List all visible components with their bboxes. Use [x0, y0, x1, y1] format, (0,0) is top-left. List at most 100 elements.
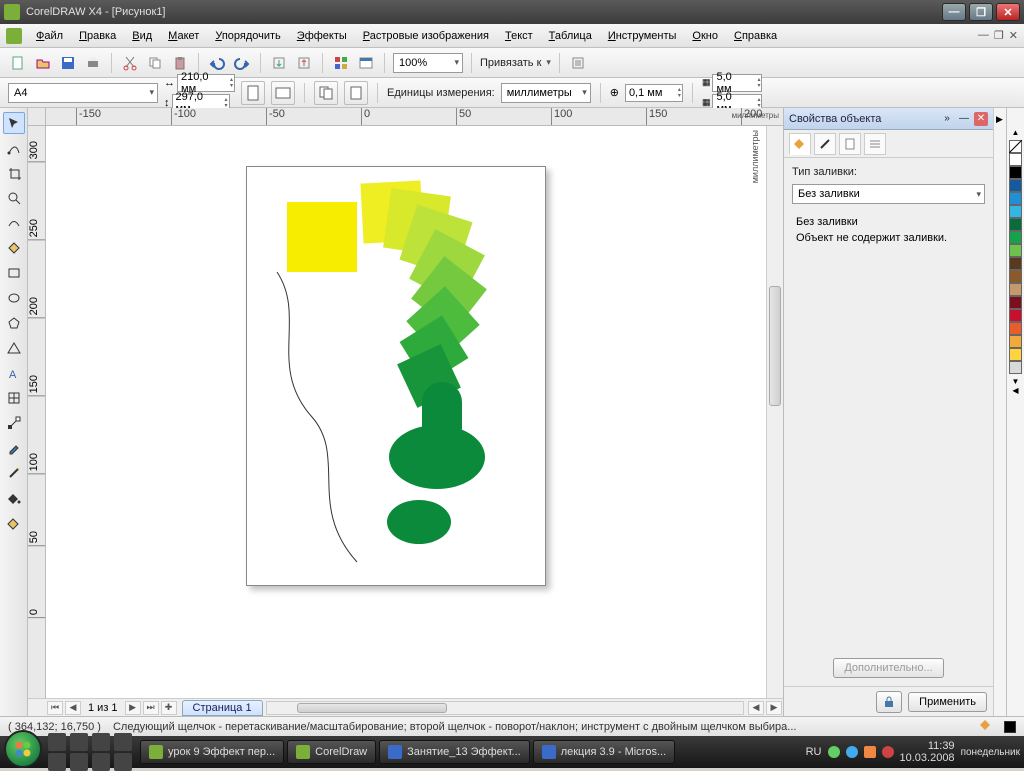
ql-icon[interactable]: [114, 753, 132, 771]
docker-close-button[interactable]: ✕: [974, 112, 988, 126]
start-button[interactable]: [4, 730, 42, 768]
add-page-button[interactable]: ✚: [161, 701, 177, 715]
palette-flyout-button[interactable]: ◀: [1012, 386, 1018, 395]
ql-icon[interactable]: [92, 753, 110, 771]
scroll-left-button[interactable]: ◀: [748, 701, 764, 715]
current-page-button[interactable]: [344, 81, 368, 105]
taskbar-item[interactable]: Занятие_13 Эффект...: [379, 740, 530, 764]
ql-icon[interactable]: [70, 733, 88, 751]
apply-button[interactable]: Применить: [908, 692, 987, 712]
pick-tool[interactable]: [3, 112, 25, 134]
taskbar-item[interactable]: лекция 3.9 - Micros...: [533, 740, 675, 764]
scroll-right-button[interactable]: ▶: [766, 701, 782, 715]
taskbar-item[interactable]: урок 9 Эффект пер...: [140, 740, 284, 764]
menu-справка[interactable]: Справка: [726, 27, 785, 45]
menu-растровые изображения[interactable]: Растровые изображения: [355, 27, 497, 45]
docker-flyout-strip[interactable]: ▶: [993, 108, 1006, 716]
color-swatch[interactable]: [1009, 361, 1022, 374]
copy-icon[interactable]: [145, 53, 165, 73]
maximize-button[interactable]: ❐: [969, 3, 993, 21]
crop-tool[interactable]: [3, 162, 25, 184]
shape-tool[interactable]: [3, 137, 25, 159]
ql-icon[interactable]: [114, 733, 132, 751]
app-launcher-icon[interactable]: [331, 53, 351, 73]
print-icon[interactable]: [83, 53, 103, 73]
color-swatch[interactable]: [1009, 283, 1022, 296]
tray-icon[interactable]: [828, 746, 840, 758]
menu-эффекты[interactable]: Эффекты: [289, 27, 355, 45]
dup-x-input[interactable]: 5,0 мм: [712, 74, 762, 92]
system-clock[interactable]: 11:39 10.03.2008: [900, 740, 955, 764]
save-icon[interactable]: [58, 53, 78, 73]
fill-tab[interactable]: [789, 133, 811, 155]
redo-icon[interactable]: [232, 53, 252, 73]
menu-таблица[interactable]: Таблица: [541, 27, 600, 45]
close-button[interactable]: ✕: [996, 3, 1020, 21]
color-swatch[interactable]: [1009, 257, 1022, 270]
all-pages-button[interactable]: [314, 81, 338, 105]
minimize-button[interactable]: —: [942, 3, 966, 21]
fill-type-combo[interactable]: Без заливки: [792, 184, 985, 204]
smart-fill-tool[interactable]: [3, 237, 25, 259]
interactive-tool[interactable]: [3, 412, 25, 434]
vertical-scrollbar[interactable]: [766, 126, 783, 698]
menu-файл[interactable]: Файл: [28, 27, 71, 45]
paper-combo[interactable]: A4: [8, 83, 158, 103]
language-indicator[interactable]: RU: [806, 746, 822, 758]
web-tab[interactable]: [864, 133, 886, 155]
page-width-input[interactable]: 210,0 мм: [177, 74, 235, 92]
text-tab[interactable]: [839, 133, 861, 155]
lock-button[interactable]: [876, 691, 902, 713]
fill-tool[interactable]: [3, 487, 25, 509]
color-swatch[interactable]: [1009, 296, 1022, 309]
new-icon[interactable]: [8, 53, 28, 73]
menu-окно[interactable]: Окно: [684, 27, 726, 45]
menu-вид[interactable]: Вид: [124, 27, 160, 45]
color-swatch[interactable]: [1009, 192, 1022, 205]
palette-down-button[interactable]: ▼: [1012, 377, 1020, 386]
color-swatch[interactable]: [1009, 218, 1022, 231]
eyedropper-tool[interactable]: [3, 437, 25, 459]
menu-инструменты[interactable]: Инструменты: [600, 27, 685, 45]
portrait-button[interactable]: [241, 81, 265, 105]
color-swatch[interactable]: [1009, 348, 1022, 361]
table-tool[interactable]: [3, 387, 25, 409]
undo-icon[interactable]: [207, 53, 227, 73]
outline-tool[interactable]: [3, 462, 25, 484]
color-swatch[interactable]: [1009, 309, 1022, 322]
menu-правка[interactable]: Правка: [71, 27, 124, 45]
color-swatch[interactable]: [1009, 205, 1022, 218]
doc-close-button[interactable]: ✕: [1009, 29, 1018, 42]
menu-текст[interactable]: Текст: [497, 27, 541, 45]
zoom-combo[interactable]: 100%: [393, 53, 463, 73]
color-swatch[interactable]: [1009, 231, 1022, 244]
tray-icon[interactable]: [846, 746, 858, 758]
polygon-tool[interactable]: [3, 312, 25, 334]
vertical-ruler[interactable]: 300250200150100500: [28, 126, 46, 698]
rectangle-tool[interactable]: [3, 262, 25, 284]
paste-icon[interactable]: [170, 53, 190, 73]
doc-minimize-button[interactable]: —: [978, 29, 989, 42]
color-swatch[interactable]: [1009, 322, 1022, 335]
canvas-viewport[interactable]: миллиметры: [46, 126, 766, 698]
prev-page-button[interactable]: ◀: [65, 701, 81, 715]
open-icon[interactable]: [33, 53, 53, 73]
color-swatch[interactable]: [1009, 335, 1022, 348]
ql-icon[interactable]: [48, 733, 66, 751]
color-swatch[interactable]: [1009, 153, 1022, 166]
advanced-button[interactable]: Дополнительно...: [833, 658, 943, 678]
color-swatch[interactable]: [1009, 244, 1022, 257]
color-swatch[interactable]: [1009, 270, 1022, 283]
doc-restore-button[interactable]: ❐: [994, 29, 1004, 42]
nudge-input[interactable]: 0,1 мм: [625, 84, 683, 102]
interactive-fill-tool[interactable]: [3, 512, 25, 534]
export-icon[interactable]: [294, 53, 314, 73]
color-swatch[interactable]: [1009, 179, 1022, 192]
color-swatch[interactable]: [1009, 166, 1022, 179]
taskbar-item[interactable]: CorelDraw: [287, 740, 376, 764]
landscape-button[interactable]: [271, 81, 295, 105]
options-icon[interactable]: [568, 53, 588, 73]
page-tab[interactable]: Страница 1: [182, 700, 263, 716]
menu-упорядочить[interactable]: Упорядочить: [207, 27, 288, 45]
first-page-button[interactable]: ⏮: [47, 701, 63, 715]
